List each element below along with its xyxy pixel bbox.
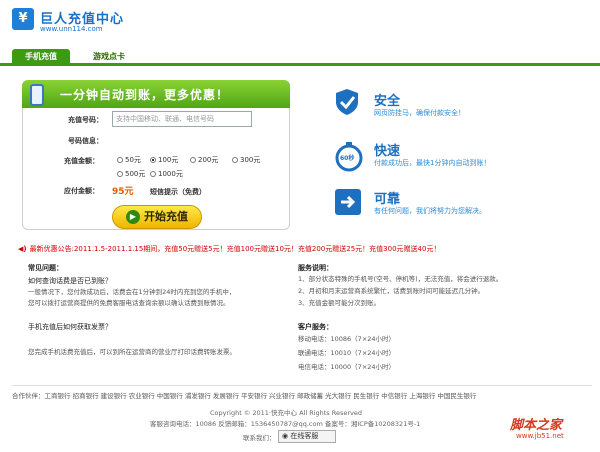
cs-line: 电信电话：10000（7×24小时） <box>298 363 396 371</box>
panel-headline: 一分钟自动到账，更多优惠！ <box>60 88 230 102</box>
amount-option-50[interactable]: 50元 <box>117 155 141 165</box>
divider <box>12 385 592 386</box>
feature-desc-safe: 网页防挂马，确保付款安全！ <box>374 109 465 117</box>
cs-line: 联通电话：10010（7×24小时） <box>298 349 396 357</box>
online-service-button[interactable]: ◉ 在线客服 <box>278 430 336 443</box>
speaker-icon: ◀) <box>18 245 27 253</box>
feature-title-fast: 快速 <box>374 144 401 159</box>
amount-option-1000[interactable]: 1000元 <box>150 169 183 179</box>
phone-label: 充值号码： <box>68 116 103 124</box>
faq-answer-2: 您完成手机话费充值后，可以到所在运营商的营业厅打印话费转账发票。 <box>28 348 236 356</box>
amount-option-100[interactable]: 100元 <box>150 155 178 165</box>
site-url: www.unn114.com <box>40 25 103 33</box>
feature-desc-fast: 付款成功后，最快1分钟内自动到账！ <box>374 159 491 167</box>
customer-service-title: 客户服务： <box>298 323 333 331</box>
tab-bar: 手机充值 游戏点卡 <box>0 49 600 66</box>
faq-question-2: 手机充值后如何获取发票？ <box>28 323 112 331</box>
radio-icon <box>117 171 123 177</box>
service-title: 服务说明： <box>298 264 333 272</box>
sms-hint: 短信提示（免费） <box>150 188 206 196</box>
copyright: Copyright © 2011·快充中心 All Rights Reserve… <box>210 409 363 417</box>
info-label: 号码信息： <box>68 137 103 145</box>
radio-icon <box>150 171 156 177</box>
radio-selected-icon <box>150 157 156 163</box>
arrow-right-icon <box>335 189 361 215</box>
tab-game-card[interactable]: 游戏点卡 <box>76 49 142 65</box>
contact-label: 联系我们： <box>243 434 276 442</box>
phone-input[interactable]: 支持中国移动、联通、电信号码 <box>112 111 252 127</box>
pay-amount: 95元 <box>112 187 134 197</box>
faq-answer-1a: 一般情况下，您付款成功后，话费会在1分钟到24时内充到您的手机中， <box>28 288 236 296</box>
feature-title-safe: 安全 <box>374 94 401 109</box>
amount-option-500[interactable]: 500元 <box>117 169 145 179</box>
faq-answer-1b: 您可以拨打运营商提供的免费客服电话查询余额以确认话费到账情况。 <box>28 299 230 307</box>
faq-question-1: 如何查询话费是否已到账？ <box>28 277 112 285</box>
stopwatch-badge: 60秒 <box>340 155 355 162</box>
service-item: 2、月初和月末运营商系统繁忙，话费到账时间可能延迟几分钟。 <box>298 287 485 295</box>
radio-icon <box>117 157 123 163</box>
logo-icon: ¥ <box>12 8 34 30</box>
amount-option-300[interactable]: 300元 <box>232 155 260 165</box>
pay-label: 应付金额： <box>64 187 99 195</box>
radio-icon <box>190 157 196 163</box>
promo-notice: ◀) 最新优惠公告:2011.1.5-2011.1.15期间，充值50元赠送5元！… <box>18 245 441 253</box>
tab-mobile-recharge[interactable]: 手机充值 <box>12 49 70 65</box>
feature-title-reliable: 可靠 <box>374 192 401 207</box>
faq-title: 常见问题： <box>28 264 63 272</box>
contact-info: 客服咨询电话：10086 反馈邮箱：1536450787@qq.com 备案号：… <box>150 420 421 428</box>
play-icon: ▶ <box>126 210 140 224</box>
watermark-url: www.jb51.net <box>516 432 564 440</box>
service-item: 3、充值金额可能分次到账。 <box>298 299 381 307</box>
watermark: 脚本之家 <box>510 418 563 433</box>
amount-label: 充值金额： <box>64 157 99 165</box>
shield-icon <box>336 89 358 115</box>
start-recharge-button[interactable]: ▶ 开始充值 <box>112 205 202 229</box>
amount-option-200[interactable]: 200元 <box>190 155 218 165</box>
cs-line: 移动电话：10086（7×24小时） <box>298 335 396 343</box>
feature-desc-reliable: 有任何问题，我们将努力为您解决。 <box>374 207 486 215</box>
partner-links[interactable]: 合作伙伴：工商银行 招商银行 建设银行 农业银行 中国银行 浦发银行 发展银行 … <box>12 390 592 400</box>
phone-icon <box>30 84 44 106</box>
radio-icon <box>232 157 238 163</box>
service-item: 1、部分状态特殊的手机号(空号、停机等)，无法充值，将会进行退款。 <box>298 275 503 283</box>
